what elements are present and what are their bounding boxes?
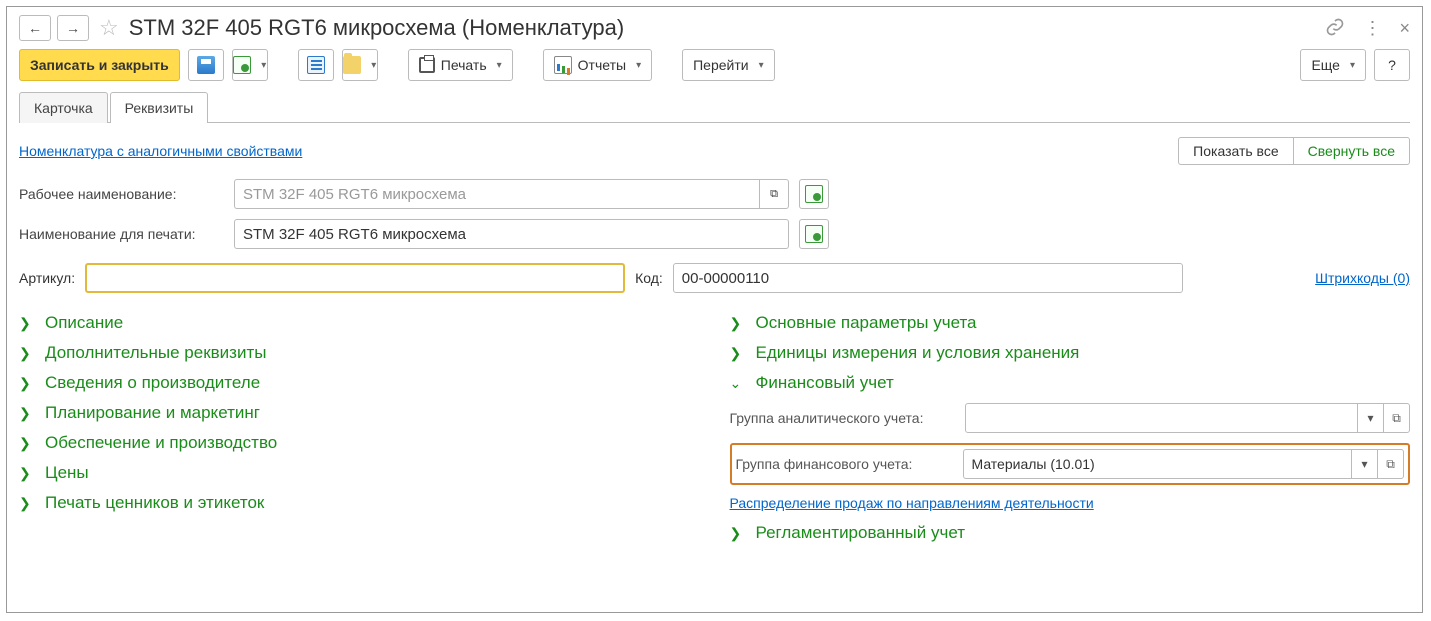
section-planning[interactable]: ❯Планирование и маркетинг (19, 403, 700, 423)
more-button[interactable]: Еще▾ (1300, 49, 1366, 81)
print-button[interactable]: Печать▾ (408, 49, 513, 81)
finance-group-combo[interactable]: Материалы (10.01) ▾ ⧉ (963, 449, 1405, 479)
list-button[interactable] (298, 49, 334, 81)
tab-card[interactable]: Карточка (19, 92, 108, 123)
work-name-refresh-button[interactable] (799, 179, 829, 209)
folder-button[interactable]: ▾ (342, 49, 378, 81)
work-name-row: Рабочее наименование: STM 32F 405 RGT6 м… (19, 179, 1410, 209)
work-name-input[interactable]: STM 32F 405 RGT6 микросхема (234, 179, 759, 209)
section-labels[interactable]: ❯Печать ценников и этикеток (19, 493, 700, 513)
article-label: Артикул: (19, 270, 75, 286)
section-units[interactable]: ❯Единицы измерения и условия хранения (730, 343, 1411, 363)
copy-icon (233, 56, 251, 74)
print-name-refresh-button[interactable] (799, 219, 829, 249)
chevron-right-icon: ❯ (19, 495, 35, 512)
menu-dots-icon[interactable]: ⋮ (1363, 18, 1381, 39)
section-params[interactable]: ❯Основные параметры учета (730, 313, 1411, 333)
favorite-star-icon[interactable]: ☆ (99, 15, 119, 41)
right-column: ❯Основные параметры учета ❯Единицы измер… (730, 305, 1411, 553)
reports-button[interactable]: Отчеты▾ (543, 49, 652, 81)
dropdown-arrow-icon[interactable]: ▾ (1357, 404, 1383, 432)
refresh-icon-2 (805, 225, 823, 243)
chart-icon (554, 56, 572, 74)
article-input[interactable] (85, 263, 625, 293)
finance-group-label: Группа финансового учета: (736, 456, 953, 472)
top-line: Номенклатура с аналогичными свойствами П… (19, 137, 1410, 165)
analytic-group-label: Группа аналитического учета: (730, 410, 955, 426)
section-manufacturer[interactable]: ❯Сведения о производителе (19, 373, 700, 393)
section-description[interactable]: ❯Описание (19, 313, 700, 333)
list-icon (307, 56, 325, 74)
chevron-right-icon: ❯ (730, 315, 746, 332)
back-button[interactable]: ← (19, 15, 51, 41)
section-regulated[interactable]: ❯Регламентированный учет (730, 523, 1411, 543)
show-all-button[interactable]: Показать все (1178, 137, 1292, 165)
print-icon (419, 57, 435, 73)
chevron-right-icon: ❯ (19, 345, 35, 362)
work-name-label: Рабочее наименование: (19, 186, 224, 202)
goto-button[interactable]: Перейти▾ (682, 49, 775, 81)
work-name-expand-button[interactable]: ⧉ (759, 179, 789, 209)
finance-group-row: Группа финансового учета: Материалы (10.… (730, 443, 1411, 485)
copy-button[interactable]: ▾ (232, 49, 268, 81)
analytic-group-row: Группа аналитического учета: ▾ ⧉ (730, 403, 1411, 433)
toolbar: Записать и закрыть ▾ ▾ Печать▾ Отчеты▾ П… (19, 49, 1410, 81)
folder-icon (343, 56, 361, 74)
chevron-right-icon: ❯ (19, 315, 35, 332)
close-icon[interactable]: × (1399, 18, 1410, 39)
tab-details[interactable]: Реквизиты (110, 92, 209, 123)
section-prices[interactable]: ❯Цены (19, 463, 700, 483)
save-icon (197, 56, 215, 74)
tab-bar: Карточка Реквизиты (19, 91, 1410, 123)
distribution-link[interactable]: Распределение продаж по направлениям дея… (730, 495, 1094, 511)
print-name-input[interactable]: STM 32F 405 RGT6 микросхема (234, 219, 789, 249)
analytic-group-combo[interactable]: ▾ ⧉ (965, 403, 1411, 433)
page-title: STM 32F 405 RGT6 микросхема (Номенклатур… (129, 15, 1320, 41)
code-label: Код: (635, 270, 663, 286)
finance-group-value: Материалы (10.01) (964, 450, 1352, 478)
save-button[interactable] (188, 49, 224, 81)
code-input[interactable]: 00-00000110 (673, 263, 1183, 293)
open-dialog-icon[interactable]: ⧉ (1383, 404, 1409, 432)
forward-button[interactable]: → (57, 15, 89, 41)
section-finance[interactable]: ⌄Финансовый учет (730, 373, 1411, 393)
collapse-all-button[interactable]: Свернуть все (1293, 137, 1410, 165)
chevron-right-icon: ❯ (19, 435, 35, 452)
print-name-label: Наименование для печати: (19, 226, 224, 242)
article-code-row: Артикул: Код: 00-00000110 Штрихкоды (0) (19, 263, 1410, 293)
save-and-close-button[interactable]: Записать и закрыть (19, 49, 180, 81)
window-frame: ← → ☆ STM 32F 405 RGT6 микросхема (Номен… (6, 6, 1423, 613)
print-name-row: Наименование для печати: STM 32F 405 RGT… (19, 219, 1410, 249)
similar-items-link[interactable]: Номенклатура с аналогичными свойствами (19, 143, 302, 159)
section-supply[interactable]: ❯Обеспечение и производство (19, 433, 700, 453)
analytic-group-value (966, 404, 1358, 432)
link-icon[interactable] (1325, 17, 1345, 40)
chevron-right-icon: ❯ (19, 375, 35, 392)
chevron-right-icon: ❯ (730, 525, 746, 542)
section-extra[interactable]: ❯Дополнительные реквизиты (19, 343, 700, 363)
dropdown-arrow-icon[interactable]: ▾ (1351, 450, 1377, 478)
left-column: ❯Описание ❯Дополнительные реквизиты ❯Све… (19, 305, 700, 553)
chevron-right-icon: ❯ (19, 465, 35, 482)
help-button[interactable]: ? (1374, 49, 1410, 81)
barcodes-link[interactable]: Штрихкоды (0) (1315, 270, 1410, 286)
sections-columns: ❯Описание ❯Дополнительные реквизиты ❯Све… (19, 305, 1410, 553)
chevron-right-icon: ❯ (19, 405, 35, 422)
chevron-right-icon: ❯ (730, 345, 746, 362)
refresh-icon (805, 185, 823, 203)
title-bar: ← → ☆ STM 32F 405 RGT6 микросхема (Номен… (19, 15, 1410, 41)
chevron-down-icon: ⌄ (730, 375, 746, 392)
open-dialog-icon[interactable]: ⧉ (1377, 450, 1403, 478)
